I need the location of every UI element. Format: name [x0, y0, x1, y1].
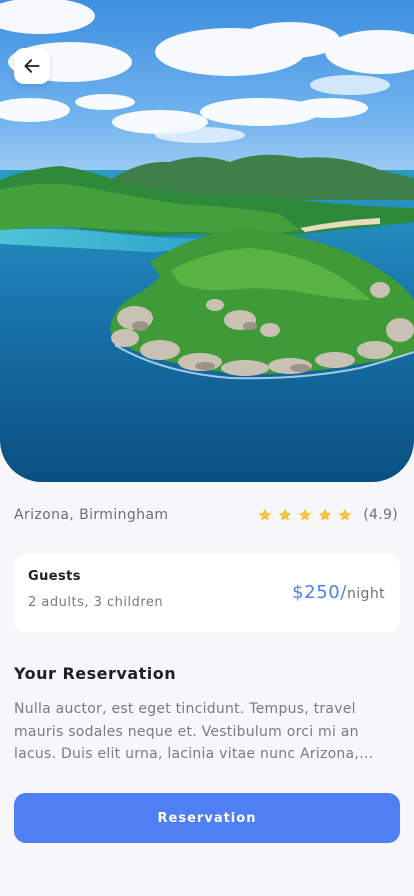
location-label: Arizona, Birmingham — [14, 507, 169, 523]
rating: (4.9) — [257, 507, 398, 523]
back-button[interactable] — [14, 48, 50, 84]
arrow-left-icon — [24, 59, 40, 73]
star-icon — [298, 508, 312, 521]
location-rating-row: Arizona, Birmingham (4.9) — [14, 504, 398, 526]
tropical-island-image — [0, 0, 414, 482]
price-unit: night — [346, 586, 385, 602]
star-icon — [278, 508, 292, 521]
reservation-button[interactable]: Reservation — [14, 793, 400, 843]
price-amount: $250/ — [292, 582, 347, 603]
star-icon — [338, 508, 352, 521]
reservation-title: Your Reservation — [14, 664, 177, 683]
star-icon — [258, 508, 272, 521]
hero-image — [0, 0, 414, 482]
rating-value: (4.9) — [363, 507, 398, 523]
star-icon — [318, 508, 332, 521]
reservation-description: Nulla auctor, est eget tincidunt. Tempus… — [14, 701, 360, 762]
price: $250/ night — [292, 582, 385, 603]
guests-card[interactable]: Guests 2 adults, 3 children $250/ night — [14, 554, 400, 632]
